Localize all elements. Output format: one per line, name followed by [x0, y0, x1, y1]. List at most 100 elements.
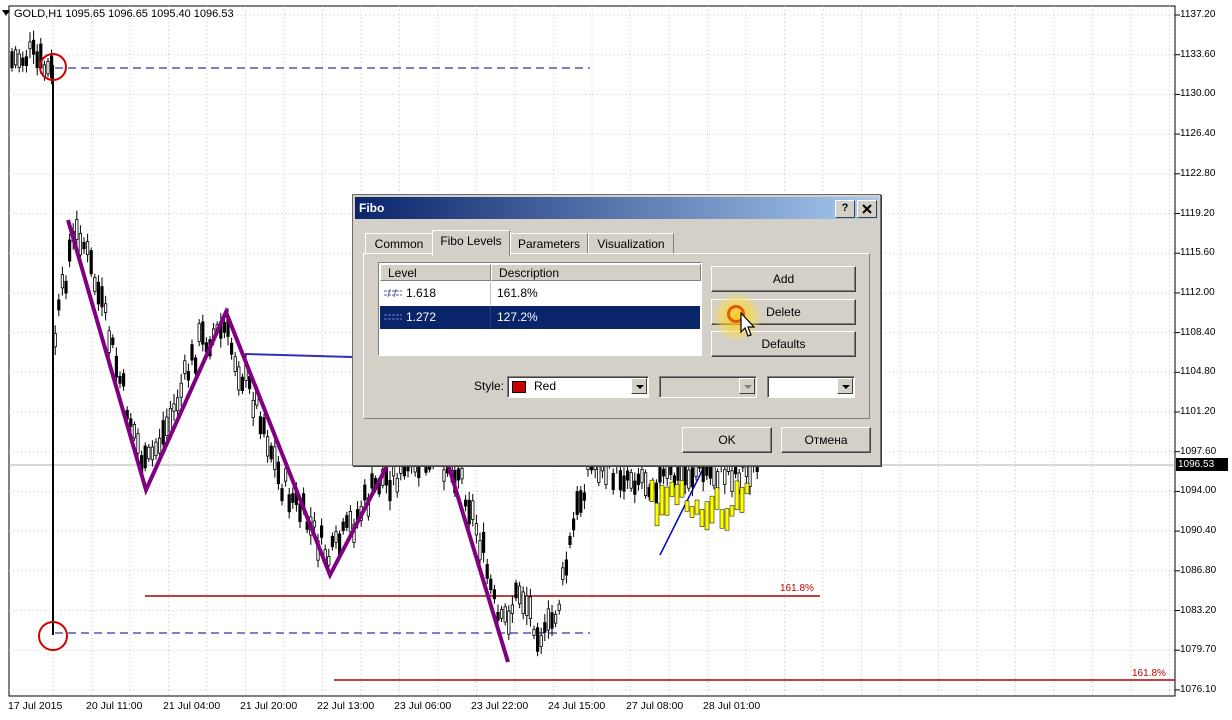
price-tick-label: 1083.20 — [1180, 604, 1217, 616]
candle-body — [154, 441, 158, 457]
line-style-select[interactable] — [659, 376, 757, 398]
candle-body — [521, 591, 525, 615]
candle-body — [17, 53, 21, 68]
fibo-level-label: 161.8% — [1132, 668, 1166, 679]
help-button[interactable]: ? — [835, 200, 855, 218]
candle-body — [100, 286, 104, 308]
candle-body — [546, 608, 551, 631]
candle-body — [165, 416, 169, 437]
price-tick-label: 1076.10 — [1180, 683, 1217, 695]
candle-body — [654, 482, 659, 503]
column-header-description[interactable]: Description — [491, 264, 701, 281]
levels-list[interactable]: Level Description 1.618 161.8% 1.272 127… — [378, 262, 702, 356]
candle-body — [233, 356, 237, 373]
chevron-down-icon[interactable] — [631, 378, 647, 394]
candle-body — [557, 603, 561, 611]
candle-body — [291, 493, 295, 503]
candle-body — [499, 609, 504, 619]
candle-body — [114, 355, 118, 378]
candle-body — [690, 467, 695, 488]
close-button[interactable] — [857, 200, 877, 218]
dialog-titlebar[interactable]: Fibo ? — [355, 197, 878, 219]
candle-body — [229, 342, 234, 355]
candle-body — [107, 330, 111, 353]
candle-body — [276, 461, 281, 485]
time-tick-label: 28 Jul 01:00 — [703, 700, 761, 712]
candle-body — [662, 468, 666, 477]
highlighted-candle — [699, 509, 705, 527]
candle-body — [222, 321, 226, 333]
price-tick-label: 1115.60 — [1180, 247, 1215, 259]
highlighted-candle — [704, 501, 710, 531]
time-tick-label: 23 Jul 22:00 — [471, 700, 529, 712]
tab-common[interactable]: Common — [365, 233, 433, 255]
ok-button[interactable]: OK — [682, 427, 772, 453]
chevron-down-icon[interactable] — [739, 378, 755, 394]
candle-body — [132, 424, 136, 439]
candle-body — [330, 535, 335, 548]
list-item[interactable]: 1.272 127.2% — [380, 306, 700, 329]
candle-body — [622, 475, 626, 492]
candle-body — [46, 61, 50, 75]
candle-body — [507, 610, 511, 635]
candle-body — [201, 321, 205, 345]
add-button[interactable]: Add — [711, 266, 856, 292]
candle-body — [104, 303, 108, 313]
candle-body — [35, 51, 39, 69]
candle-body — [86, 241, 90, 255]
color-select[interactable]: Red — [507, 376, 649, 398]
candle-body — [503, 606, 507, 623]
line-width-select[interactable] — [767, 376, 855, 398]
candle-body — [24, 56, 29, 66]
candle-body — [147, 446, 151, 460]
tab-parameters[interactable]: Parameters — [510, 233, 588, 255]
time-tick-label: 23 Jul 06:00 — [394, 700, 452, 712]
price-tick-label: 1094.00 — [1180, 485, 1217, 497]
highlighted-candle — [669, 481, 675, 497]
candle-body — [161, 420, 165, 445]
candle-body — [287, 494, 291, 513]
candle-body — [183, 360, 187, 374]
chevron-down-icon[interactable] — [837, 378, 853, 394]
column-divider — [490, 282, 491, 305]
candle-body — [658, 464, 662, 483]
tab-fibo-levels[interactable]: Fibo Levels — [432, 230, 510, 256]
candle-body — [319, 525, 324, 538]
candle-body — [129, 418, 133, 427]
level-description: 161.8% — [497, 286, 538, 300]
list-header: Level Description — [380, 264, 701, 282]
price-tick-label: 1133.60 — [1180, 48, 1216, 60]
candle-body — [251, 400, 255, 418]
candle-body — [345, 515, 349, 528]
price-tick-label: 1130.00 — [1180, 88, 1216, 100]
candle-body — [694, 466, 698, 478]
trend-line — [244, 353, 353, 358]
candle-body — [474, 523, 479, 536]
highlighted-candle — [714, 487, 720, 510]
zigzag-line — [446, 463, 510, 663]
highlighted-candle — [674, 484, 680, 506]
candle-body — [93, 277, 97, 292]
candle-body — [348, 510, 353, 533]
candle-body — [82, 242, 86, 250]
chart-menu-icon[interactable] — [2, 10, 10, 16]
level-description: 127.2% — [497, 310, 538, 324]
close-icon — [862, 204, 872, 214]
cancel-button[interactable]: Отмена — [781, 427, 871, 453]
tab-visualization[interactable]: Visualization — [588, 233, 674, 255]
candle-body — [543, 622, 547, 633]
candle-body — [532, 628, 536, 636]
candle-body — [96, 281, 100, 305]
candle-body — [283, 468, 288, 482]
candle-body — [78, 233, 82, 256]
candle-body — [370, 473, 374, 489]
candle-body — [157, 437, 162, 454]
column-header-level[interactable]: Level — [380, 264, 491, 281]
highlighted-candle — [744, 482, 750, 494]
price-tick-label: 1108.40 — [1180, 326, 1216, 338]
column-divider — [490, 306, 491, 329]
candle-body — [68, 239, 72, 262]
list-item[interactable]: 1.618 161.8% — [380, 282, 700, 305]
candle-body — [471, 500, 475, 520]
time-axis: 17 Jul 2015 20 Jul 11:00 21 Jul 04:00 21 Ju… — [0, 696, 1175, 720]
